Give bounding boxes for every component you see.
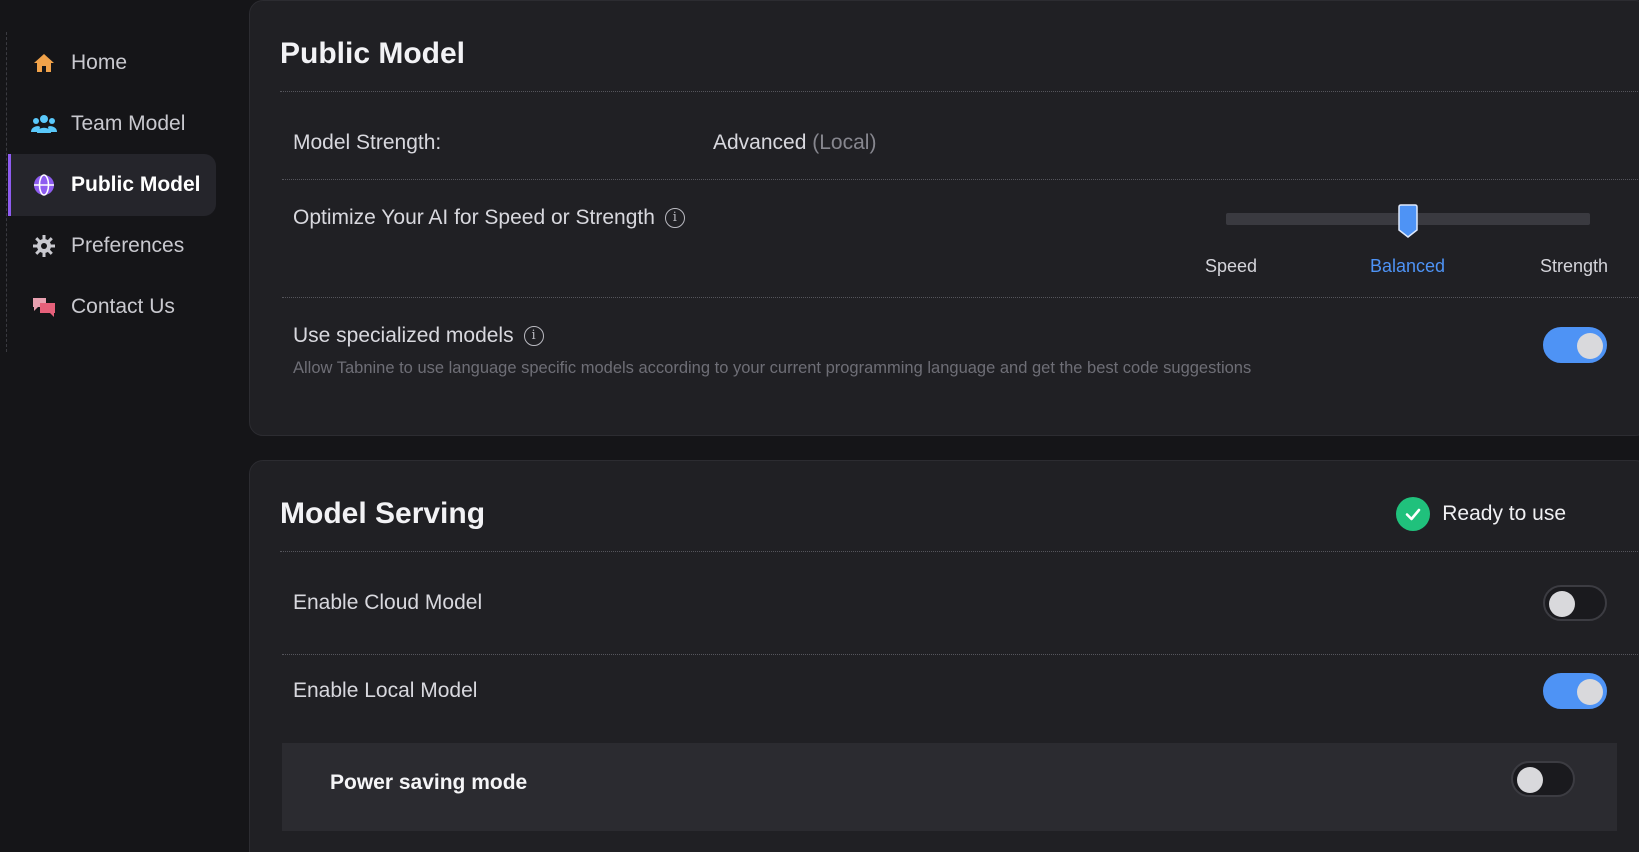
gear-icon bbox=[31, 233, 57, 259]
specialized-models-description: Allow Tabnine to use language specific m… bbox=[293, 359, 1252, 377]
specialized-models-label: Use specialized models i bbox=[293, 324, 544, 348]
divider bbox=[282, 297, 1638, 298]
public-model-card: Public Model Model Strength: Advanced (L… bbox=[249, 0, 1639, 436]
toggle-knob bbox=[1577, 679, 1603, 705]
divider bbox=[280, 551, 1638, 552]
globe-icon bbox=[31, 172, 57, 198]
power-saving-row: Power saving mode bbox=[282, 743, 1617, 831]
sidebar-item-team-model[interactable]: Team Model bbox=[8, 93, 216, 155]
specialized-models-toggle[interactable] bbox=[1543, 327, 1607, 363]
model-strength-value: Advanced (Local) bbox=[713, 131, 876, 155]
model-strength-label: Model Strength: bbox=[293, 131, 442, 154]
enable-local-model-label: Enable Local Model bbox=[293, 679, 478, 702]
model-strength-level: Advanced bbox=[713, 131, 807, 154]
slider-option-speed[interactable]: Speed bbox=[1205, 256, 1257, 277]
slider-option-balanced[interactable]: Balanced bbox=[1370, 256, 1445, 277]
toggle-knob bbox=[1577, 333, 1603, 359]
model-serving-card: Model Serving Ready to use Enable Cloud … bbox=[249, 460, 1639, 852]
page-title: Public Model bbox=[280, 37, 466, 70]
slider-option-strength[interactable]: Strength bbox=[1540, 256, 1608, 277]
specialized-models-text: Use specialized models bbox=[293, 324, 514, 347]
slider-thumb[interactable] bbox=[1398, 204, 1418, 238]
check-icon bbox=[1396, 497, 1431, 531]
power-saving-mode-toggle[interactable] bbox=[1511, 761, 1575, 797]
info-icon[interactable]: i bbox=[523, 326, 544, 346]
enable-local-model-toggle[interactable] bbox=[1543, 673, 1607, 709]
power-saving-mode-label: Power saving mode bbox=[330, 771, 528, 794]
sidebar-item-label: Team Model bbox=[71, 112, 186, 135]
status-badge: Ready to use bbox=[1396, 497, 1566, 531]
optimize-label-text: Optimize Your AI for Speed or Strength bbox=[293, 206, 655, 229]
toggle-knob bbox=[1549, 591, 1575, 617]
chat-icon bbox=[31, 294, 57, 320]
sidebar-item-label: Contact Us bbox=[71, 295, 175, 318]
sidebar-item-label: Preferences bbox=[71, 234, 185, 257]
enable-cloud-model-toggle[interactable] bbox=[1543, 585, 1607, 621]
sidebar-item-label: Home bbox=[71, 51, 128, 74]
status-text: Ready to use bbox=[1442, 502, 1566, 525]
section-title: Model Serving bbox=[280, 497, 486, 530]
sidebar-item-public-model[interactable]: Public Model bbox=[8, 154, 216, 216]
sidebar-item-preferences[interactable]: Preferences bbox=[8, 215, 216, 277]
enable-cloud-model-label: Enable Cloud Model bbox=[293, 591, 483, 614]
toggle-knob bbox=[1517, 767, 1543, 793]
sidebar-item-home[interactable]: Home bbox=[8, 32, 216, 94]
model-strength-mode: (Local) bbox=[812, 131, 877, 154]
divider bbox=[282, 654, 1638, 655]
divider bbox=[280, 91, 1638, 92]
info-icon[interactable]: i bbox=[664, 208, 685, 228]
sidebar: Home Team Model Public Model Preferences… bbox=[6, 32, 216, 352]
optimize-label: Optimize Your AI for Speed or Strength i bbox=[293, 206, 685, 230]
speed-strength-slider[interactable] bbox=[1226, 204, 1590, 238]
team-icon bbox=[31, 111, 57, 137]
home-icon bbox=[31, 50, 57, 76]
sidebar-item-contact-us[interactable]: Contact Us bbox=[8, 276, 216, 338]
divider bbox=[282, 179, 1638, 180]
sidebar-item-label: Public Model bbox=[71, 173, 201, 196]
